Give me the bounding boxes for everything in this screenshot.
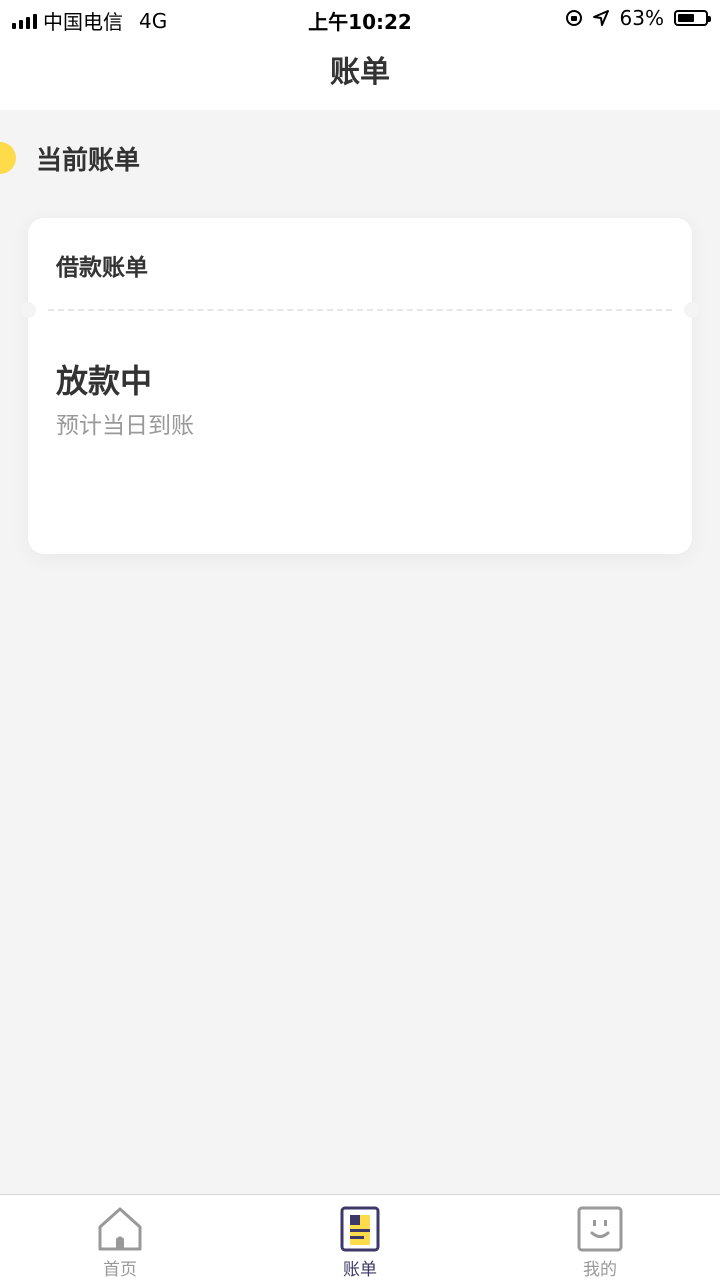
battery-percent: 63% (619, 6, 664, 30)
location-arrow-icon (592, 10, 609, 26)
section-title: 当前账单 (36, 146, 141, 176)
rotation-lock-icon (565, 10, 582, 26)
status-bar: 中国电信 4G 上午10:22 63% (0, 0, 720, 36)
loan-status: 放款中 (56, 362, 153, 400)
card-title: 借款账单 (56, 255, 148, 281)
section-dot (0, 142, 16, 174)
tab-home[interactable]: 首页 (0, 1195, 240, 1281)
tab-bar: 首页 账单 我的 (0, 1194, 720, 1281)
bill-icon (340, 1206, 380, 1252)
home-icon (98, 1207, 142, 1251)
nav-title: 账单 (0, 36, 720, 110)
battery-fill (678, 14, 694, 22)
loan-status-note: 预计当日到账 (56, 413, 194, 439)
card-divider (48, 309, 672, 311)
tab-profile-label: 我的 (583, 1260, 617, 1280)
tab-home-label: 首页 (103, 1260, 137, 1280)
tab-bill[interactable]: 账单 (240, 1195, 480, 1281)
tab-profile[interactable]: 我的 (480, 1195, 720, 1281)
card-notch-right (684, 302, 700, 318)
card-notch-left (20, 302, 36, 318)
profile-icon (577, 1206, 623, 1252)
tab-bill-label: 账单 (343, 1260, 377, 1280)
battery-icon (674, 10, 711, 26)
section-header: 当前账单 (0, 130, 720, 186)
loan-bill-card[interactable]: 借款账单 放款中 预计当日到账 (20, 218, 700, 554)
